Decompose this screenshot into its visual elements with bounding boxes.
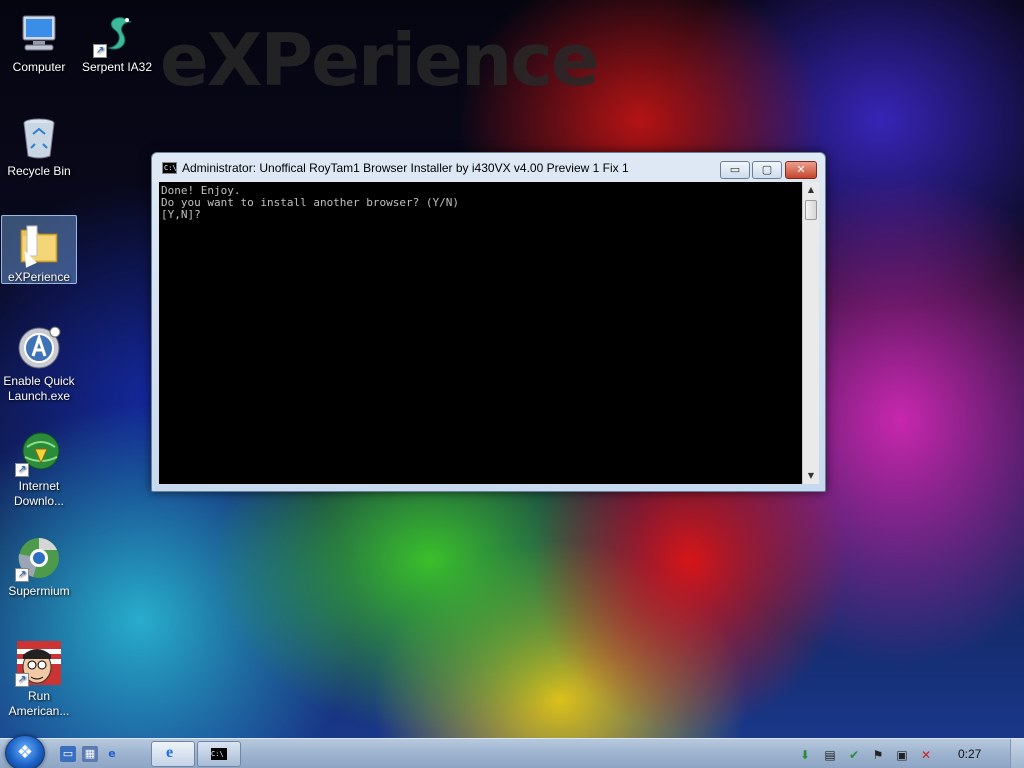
desktop-icon-label: Supermium [8,584,70,598]
window-title: Administrator: Unoffical RoyTam1 Browser… [182,161,629,175]
quick-launch-icon [15,324,63,372]
taskbar-button-cmd[interactable]: C:\ [197,741,241,767]
desktop-icon-serpent[interactable]: ↗ Serpent IA32 [79,6,155,75]
idm-tray-icon[interactable]: ⬇ [797,747,813,763]
american-dad-icon: ↗ [15,639,63,687]
console-line: Do you want to install another browser? … [161,196,460,209]
desktop-icon-label: Internet Downlo... [13,479,65,508]
show-desktop-button[interactable] [1010,739,1024,768]
ie-quicklaunch-icon[interactable]: e [104,746,120,762]
scroll-down-icon[interactable]: ▼ [803,468,819,484]
shortcut-arrow-icon: ↗ [15,568,29,582]
idm-icon: ↗ [15,429,63,477]
shortcut-arrow-icon: ↗ [15,463,29,477]
desktop-icon-experience-folder[interactable]: eXPerience [1,215,77,284]
start-button[interactable]: ❖ [5,735,45,768]
recycle-bin-icon [15,114,63,162]
desktop-icon-computer[interactable]: Computer [1,6,77,75]
ie-icon: e [166,744,174,761]
desktop-icon-enable-quick-launch[interactable]: Enable Quick Launch.exe [1,320,77,404]
minimize-button[interactable]: ▭ [720,161,750,179]
desktop-icon-label: Enable Quick Launch.exe [3,374,75,403]
document-tray-icon[interactable]: ▤ [822,747,838,763]
flag-tray-icon[interactable]: ⚑ [870,747,886,763]
cmd-task-icon: C:\ [211,748,227,760]
taskbar: ❖ ▭ ▦ e e C:\ ⬇ ▤ ✔ ⚑ ▣ ✕ 0:27 [0,735,1024,768]
shortcut-arrow-icon: ↗ [93,44,107,58]
switch-windows-icon[interactable]: ▦ [82,746,98,762]
network-tray-icon[interactable]: ▣ [894,747,910,763]
desktop-icon-recycle-bin[interactable]: Recycle Bin [1,110,77,179]
clock[interactable]: 0:27 [958,747,981,761]
shortcut-arrow-icon: ↗ [15,673,29,687]
console-window[interactable]: C:\ Administrator: Unoffical RoyTam1 Bro… [151,152,826,492]
desktop-watermark: eXPerience [160,18,600,102]
desktop-icon-label: Run American... [8,689,70,718]
scroll-thumb[interactable] [805,200,817,220]
desktop-icon-label: Computer [12,60,66,74]
scroll-up-icon[interactable]: ▲ [803,182,819,198]
desktop-icon-label: Serpent IA32 [81,60,153,74]
serpent-icon: ↗ [93,10,141,58]
show-desktop-quicklaunch-icon[interactable]: ▭ [60,746,76,762]
volume-muted-icon[interactable]: ✕ [918,747,934,763]
desktop-icon-label: eXPerience [7,270,71,284]
desktop-icon-label: Recycle Bin [7,164,71,178]
console-output[interactable]: Done! Enjoy. Do you want to install anoth… [159,182,802,484]
vertical-scrollbar[interactable]: ▲ ▼ [802,182,819,484]
cmd-icon: C:\ [162,162,177,174]
taskbar-button-ie[interactable]: e [151,741,195,767]
window-titlebar[interactable]: C:\ Administrator: Unoffical RoyTam1 Bro… [152,153,825,181]
close-button[interactable]: ✕ [785,161,817,179]
computer-icon [15,10,63,58]
windows-logo-icon: ❖ [16,742,34,763]
maximize-button[interactable]: ▢ [752,161,782,179]
desktop-icon-run-american[interactable]: ↗ Run American... [1,635,77,719]
security-tray-icon[interactable]: ✔ [846,747,862,763]
supermium-icon: ↗ [15,534,63,582]
desktop-icon-internet-download[interactable]: ↗ Internet Downlo... [1,425,77,509]
console-prompt-line: [Y,N]? [161,208,201,221]
desktop-icon-supermium[interactable]: ↗ Supermium [1,530,77,599]
